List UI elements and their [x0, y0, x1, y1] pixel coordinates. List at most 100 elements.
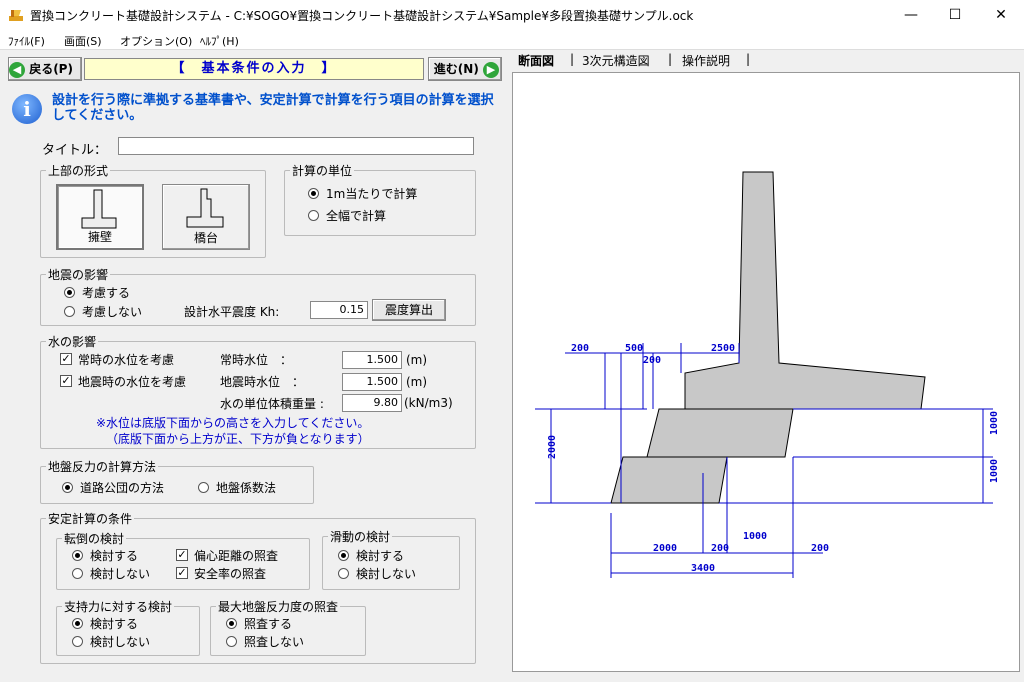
dim-1000-horizontal: 1000 — [743, 531, 767, 542]
calc-unit-title: 計算の単位 — [290, 162, 355, 179]
bearing-title: 支持力に対する検討 — [62, 598, 175, 615]
normal-water-check-label: 常時の水位を考慮 — [78, 353, 175, 367]
safety-factor-checkbox[interactable]: ✓ — [176, 567, 188, 579]
water-title: 水の影響 — [46, 333, 99, 350]
menu-bar: ﾌｧｲﾙ(F) 画面(S) オプション(O) ﾍﾙﾌﾟ(H) — [0, 30, 1024, 50]
dim-3400: 3400 — [691, 563, 715, 574]
bearing-skip-label: 検討しない — [90, 635, 151, 649]
bearing-check-label: 検討する — [90, 617, 139, 631]
sliding-check-radio[interactable] — [338, 550, 349, 561]
eccentricity-checkbox[interactable]: ✓ — [176, 549, 188, 561]
tab-separator-3: | — [746, 52, 751, 66]
earthquake-ignore-radio[interactable] — [64, 306, 75, 317]
close-button[interactable]: ✕ — [978, 0, 1024, 30]
kh-label: 設計水平震度 Kh: — [184, 305, 280, 319]
tab-3d[interactable]: 3次元構造図 — [582, 52, 650, 70]
dim-2000-vertical: 2000 — [547, 435, 558, 459]
overturn-skip-label: 検討しない — [90, 567, 151, 581]
stability-title: 安定計算の条件 — [46, 510, 135, 527]
sliding-skip-label: 検討しない — [356, 567, 417, 581]
tab-section[interactable]: 断面図 — [518, 52, 554, 70]
window-title: 置換コンクリート基礎設計システム - C:¥SOGO¥置換コンクリート基礎設計シ… — [30, 9, 694, 23]
dim-200-left: 200 — [571, 343, 589, 354]
quake-water-unit: (m) — [406, 375, 428, 389]
abutment-button[interactable]: 橋台 — [162, 184, 250, 250]
max-reaction-skip-label: 照査しない — [244, 635, 305, 649]
normal-water-checkbox[interactable]: ✓ — [60, 353, 72, 365]
quake-water-check-label: 地震時の水位を考慮 — [78, 375, 187, 389]
back-label: 戻る(P) — [29, 62, 73, 76]
normal-water-level-label: 常時水位 ： — [220, 353, 293, 367]
earthquake-consider-radio[interactable] — [64, 287, 75, 298]
overturn-check-label: 検討する — [90, 549, 139, 563]
status-bar — [0, 676, 1024, 682]
menu-option[interactable]: オプション(O) — [120, 33, 192, 49]
tab-separator-1: | — [570, 52, 575, 66]
max-reaction-check-radio[interactable] — [226, 618, 237, 629]
normal-water-level-input[interactable]: 1.500 — [342, 351, 402, 369]
title-bar: 置換コンクリート基礎設計システム - C:¥SOGO¥置換コンクリート基礎設計シ… — [0, 0, 1024, 30]
safety-factor-label: 安全率の照査 — [194, 567, 267, 581]
quake-water-checkbox[interactable]: ✓ — [60, 375, 72, 387]
max-reaction-title: 最大地盤反力度の照査 — [216, 598, 341, 615]
overturn-skip-radio[interactable] — [72, 568, 83, 579]
tab-help[interactable]: 操作説明 — [682, 52, 730, 70]
structure-type-title: 上部の形式 — [46, 162, 111, 179]
calc-unit-group — [284, 170, 476, 236]
next-arrow-icon: ▶ — [483, 61, 499, 78]
water-note-2: （底版下面から上方が正、下方が負となります） — [106, 432, 370, 446]
bearing-check-radio[interactable] — [72, 618, 83, 629]
max-reaction-skip-radio[interactable] — [226, 636, 237, 647]
max-reaction-check-label: 照査する — [244, 617, 293, 631]
water-weight-unit: (kN/m3) — [404, 396, 453, 410]
dim-2500: 2500 — [711, 343, 735, 354]
app-window: 置換コンクリート基礎設計システム - C:¥SOGO¥置換コンクリート基礎設計シ… — [0, 0, 1024, 682]
normal-water-unit: (m) — [406, 353, 428, 367]
app-icon — [9, 10, 23, 21]
retaining-wall-button[interactable]: 擁壁 — [56, 184, 144, 250]
sliding-check-label: 検討する — [356, 549, 405, 563]
calc-unit-full-width-radio[interactable] — [308, 210, 319, 221]
dim-200-top: 200 — [643, 355, 661, 366]
earthquake-consider-label: 考慮する — [82, 286, 131, 300]
water-weight-input[interactable]: 9.80 — [342, 394, 402, 412]
dim-1000-vertical-1: 1000 — [989, 411, 1000, 435]
title-label: タイトル： — [42, 143, 108, 158]
abutment-icon — [186, 188, 224, 228]
menu-file[interactable]: ﾌｧｲﾙ(F) — [8, 33, 45, 49]
back-button[interactable]: ◀ 戻る(P) — [8, 57, 82, 81]
seismic-calc-button[interactable]: 震度算出 — [372, 299, 446, 321]
calc-unit-full-width-label: 全幅で計算 — [326, 209, 387, 223]
page-header: 【 基本条件の入力 】 — [84, 58, 424, 80]
wall-shape — [684, 171, 926, 410]
reaction-subgrade-label: 地盤係数法 — [216, 481, 277, 495]
eccentricity-label: 偏心距離の照査 — [194, 549, 279, 563]
calc-unit-per-meter-radio[interactable] — [308, 188, 319, 199]
quake-water-level-input[interactable]: 1.500 — [342, 373, 402, 391]
overturn-check-radio[interactable] — [72, 550, 83, 561]
reaction-highway-radio[interactable] — [62, 482, 73, 493]
dim-500: 500 — [625, 343, 643, 354]
next-label: 進む(N) — [433, 62, 479, 76]
overturn-title: 転倒の検討 — [62, 530, 127, 547]
abutment-label: 橋台 — [193, 231, 218, 245]
replacement-block-lower — [610, 456, 728, 504]
bearing-skip-radio[interactable] — [72, 636, 83, 647]
earthquake-ignore-label: 考慮しない — [82, 305, 143, 319]
sliding-skip-radio[interactable] — [338, 568, 349, 579]
kh-input[interactable]: 0.15 — [310, 301, 368, 319]
dim-1000-vertical-2: 1000 — [989, 459, 1000, 483]
next-button[interactable]: 進む(N) ▶ — [428, 57, 502, 81]
title-input[interactable] — [118, 137, 474, 155]
menu-help[interactable]: ﾍﾙﾌﾟ(H) — [200, 33, 239, 49]
reaction-method-title: 地盤反力の計算方法 — [46, 458, 159, 475]
dim-2000-horizontal: 2000 — [653, 543, 677, 554]
menu-screen[interactable]: 画面(S) — [64, 33, 102, 49]
earthquake-title: 地震の影響 — [46, 266, 111, 283]
sliding-title: 滑動の検討 — [328, 528, 393, 545]
minimize-button[interactable]: — — [888, 0, 934, 30]
replacement-block-upper — [646, 408, 794, 458]
maximize-button[interactable]: ☐ — [932, 0, 978, 30]
reaction-subgrade-radio[interactable] — [198, 482, 209, 493]
retaining-wall-label: 擁壁 — [87, 230, 112, 244]
